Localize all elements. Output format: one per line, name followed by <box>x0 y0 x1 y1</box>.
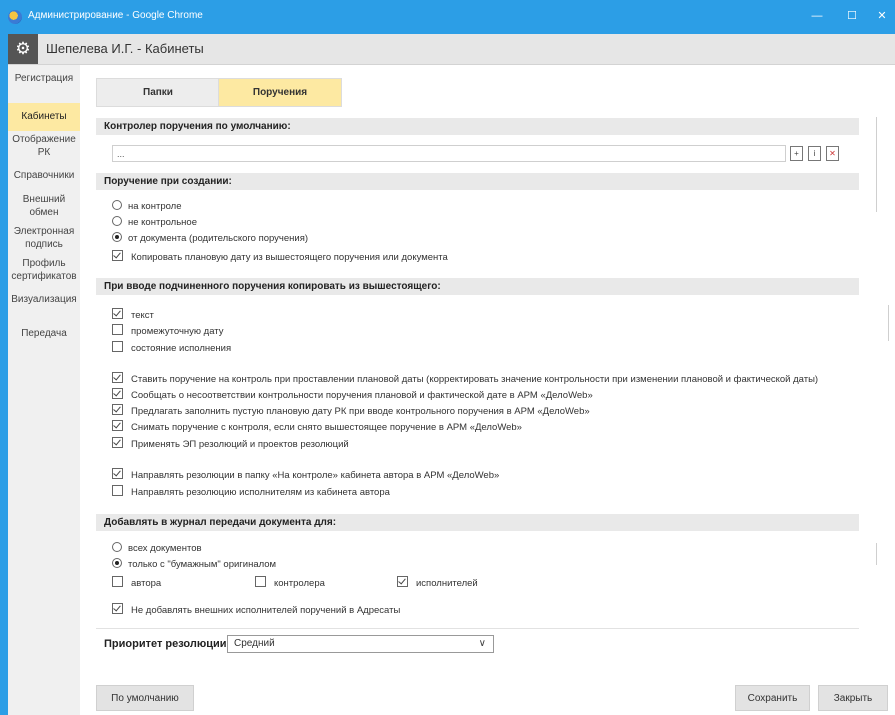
page-header: ⚙ Шепелева И.Г. - Кабинеты <box>8 34 895 65</box>
section-controller-title: Контролер поручения по умолчанию: <box>96 118 859 135</box>
checkbox-icon[interactable] <box>112 485 123 496</box>
save-button[interactable]: Сохранить <box>735 685 810 711</box>
checkbox-option-3[interactable]: Снимать поручение с контроля, если снято… <box>112 420 522 434</box>
checkbox-option-0[interactable]: Ставить поручение на контроль при проста… <box>112 372 818 386</box>
chrome-icon <box>8 10 22 24</box>
radio-icon[interactable] <box>112 232 122 242</box>
checkbox-text[interactable]: текст <box>112 308 154 322</box>
priority-value: Средний <box>234 638 275 649</box>
sidebar-item-registration[interactable]: Регистрация <box>8 72 80 85</box>
radio-not-control[interactable]: не контрольное <box>112 216 197 230</box>
chevron-down-icon[interactable]: ∨ <box>479 636 486 652</box>
checkbox-icon[interactable] <box>255 576 266 587</box>
radio-icon[interactable] <box>112 216 122 226</box>
sidebar: Регистрация Кабинеты Отображение РК Спра… <box>8 65 80 715</box>
window-titlebar: Администрирование - Google Chrome — ☐ ✕ <box>0 0 895 34</box>
gear-icon[interactable]: ⚙ <box>8 34 38 64</box>
controller-field[interactable]: ... <box>112 145 786 162</box>
radio-paper-original[interactable]: только с "бумажным" оригиналом <box>112 558 276 572</box>
checkbox-option-1[interactable]: Сообщать о несоответствии контрольности … <box>112 388 593 402</box>
tab-assignments[interactable]: Поручения <box>218 78 342 107</box>
checkbox-intermediate-date[interactable]: промежуточную дату <box>112 324 224 338</box>
sidebar-item-external-exchange[interactable]: Внешний обмен <box>8 193 80 219</box>
sidebar-item-directories[interactable]: Справочники <box>8 169 80 182</box>
checkbox-icon[interactable] <box>112 324 123 335</box>
checkbox-option-4[interactable]: Применять ЭП резолюций и проектов резолю… <box>112 437 349 451</box>
radio-icon[interactable] <box>112 558 122 568</box>
sidebar-item-visualization[interactable]: Визуализация <box>8 293 80 306</box>
sidebar-item-certificate-profile[interactable]: Профиль сертификатов <box>8 257 80 283</box>
section-subordinate-title: При вводе подчиненного поручения копиров… <box>96 278 859 295</box>
checkbox-controller[interactable]: контролера <box>255 576 325 590</box>
tab-folders[interactable]: Папки <box>96 78 220 107</box>
checkbox-icon[interactable] <box>112 420 123 431</box>
scrollbar-track <box>876 117 877 212</box>
checkbox-option-6[interactable]: Направлять резолюцию исполнителям из каб… <box>112 485 390 499</box>
checkbox-icon[interactable] <box>112 576 123 587</box>
checkbox-execution-state[interactable]: состояние исполнения <box>112 341 231 355</box>
main-content: Папки Поручения Контролер поручения по у… <box>80 65 895 715</box>
checkbox-no-external[interactable]: Не добавлять внешних исполнителей поруче… <box>112 603 400 617</box>
radio-all-documents[interactable]: всех документов <box>112 542 202 556</box>
checkbox-copy-date[interactable]: Копировать плановую дату из вышестоящего… <box>112 250 448 264</box>
section-creation-title: Поручение при создании: <box>96 173 859 190</box>
priority-select[interactable]: Средний ∨ <box>227 635 494 653</box>
radio-icon[interactable] <box>112 200 122 210</box>
section-journal-title: Добавлять в журнал передачи документа дл… <box>96 514 859 531</box>
sidebar-item-cabinets[interactable]: Кабинеты <box>8 103 80 131</box>
page-title: Шепелева И.Г. - Кабинеты <box>46 41 204 56</box>
checkbox-icon[interactable] <box>112 250 123 261</box>
sidebar-item-e-signature[interactable]: Электронная подпись <box>8 225 80 251</box>
scrollbar-track <box>888 305 889 341</box>
checkbox-icon[interactable] <box>112 308 123 319</box>
radio-icon[interactable] <box>112 542 122 552</box>
info-icon[interactable]: i <box>808 146 821 161</box>
default-button[interactable]: По умолчанию <box>96 685 194 711</box>
scrollbar-track <box>876 543 877 565</box>
priority-label: Приоритет резолюции <box>104 638 227 650</box>
close-button[interactable]: Закрыть <box>818 685 888 711</box>
checkbox-icon[interactable] <box>397 576 408 587</box>
checkbox-option-5[interactable]: Направлять резолюции в папку «На контрол… <box>112 468 499 482</box>
checkbox-executors[interactable]: исполнителей <box>397 576 478 590</box>
checkbox-icon[interactable] <box>112 341 123 352</box>
checkbox-icon[interactable] <box>112 404 123 415</box>
sidebar-item-rk-display[interactable]: Отображение РК <box>8 133 80 159</box>
checkbox-icon[interactable] <box>112 468 123 479</box>
radio-from-document[interactable]: от документа (родительского поручения) <box>112 232 308 246</box>
checkbox-author[interactable]: автора <box>112 576 161 590</box>
maximize-icon[interactable]: ☐ <box>841 6 863 26</box>
divider <box>96 628 859 629</box>
sidebar-item-transfer[interactable]: Передача <box>8 327 80 340</box>
window-left-border <box>0 34 8 715</box>
checkbox-icon[interactable] <box>112 437 123 448</box>
checkbox-icon[interactable] <box>112 372 123 383</box>
window-title: Администрирование - Google Chrome <box>28 10 203 21</box>
add-contact-icon[interactable]: + <box>790 146 803 161</box>
radio-on-control[interactable]: на контроле <box>112 200 182 214</box>
checkbox-option-2[interactable]: Предлагать заполнить пустую плановую дат… <box>112 404 590 418</box>
minimize-icon[interactable]: — <box>806 6 828 26</box>
close-window-icon[interactable]: ✕ <box>871 6 893 26</box>
checkbox-icon[interactable] <box>112 603 123 614</box>
checkbox-icon[interactable] <box>112 388 123 399</box>
clear-icon[interactable]: ✕ <box>826 146 839 161</box>
